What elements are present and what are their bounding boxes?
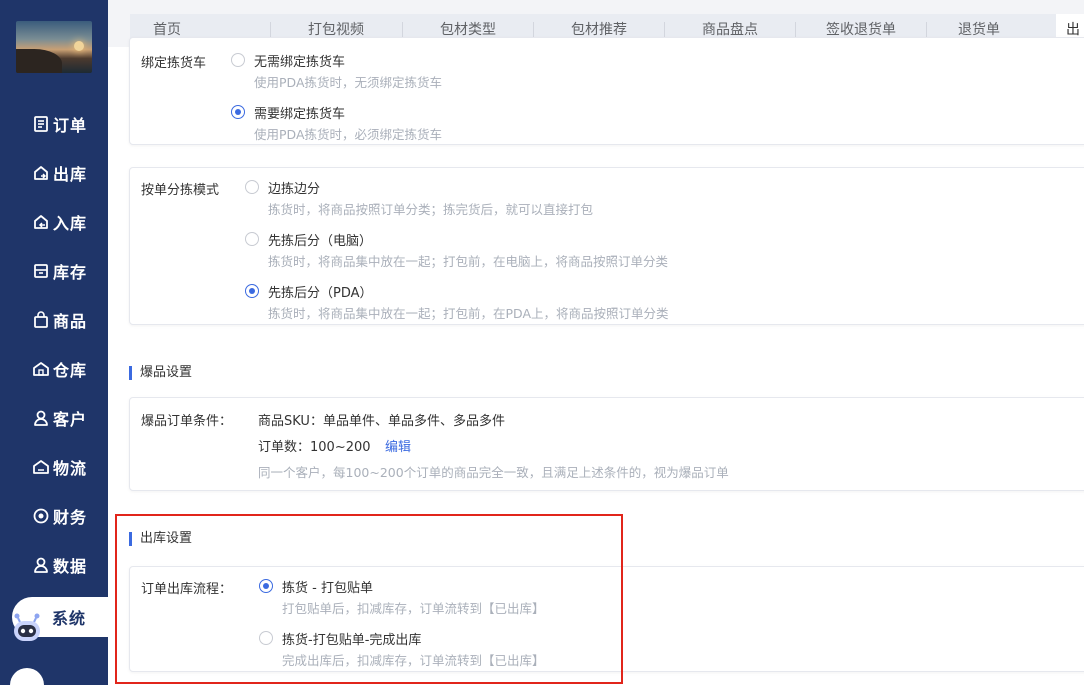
sidebar-item-label: 客户: [53, 410, 88, 429]
sidebar-item-label: 数据: [53, 557, 88, 576]
sort-mode-option-radio[interactable]: [245, 232, 259, 246]
sidebar-item-customers[interactable]: 客户: [0, 398, 108, 438]
option-title: 边拣边分: [268, 182, 321, 197]
sidebar-item-label: 订单: [53, 116, 88, 135]
sidebar-item-data[interactable]: 数据: [0, 545, 108, 585]
chat-icon[interactable]: [10, 668, 44, 685]
house-out-icon: [32, 164, 50, 182]
bind-cart-option-yes-radio[interactable]: [231, 105, 245, 119]
sidebar-item-label: 入库: [53, 214, 88, 233]
warehouse-icon: [32, 360, 50, 378]
option-title: 无需绑定拣货车: [254, 55, 346, 70]
annotation-highlight-box: [115, 514, 623, 684]
hot-edit-link[interactable]: 编辑: [385, 436, 411, 455]
data-icon: [32, 556, 50, 574]
hot-count-line: 订单数：100~200: [258, 440, 371, 455]
company-logo: [16, 21, 92, 73]
sidebar: 订单 出库 入库 库存 商品 仓库 客户 物流 财务 数据 系统: [0, 0, 112, 685]
sidebar-item-finance[interactable]: 财务: [0, 496, 108, 536]
option-desc: 拣货时，将商品按照订单分类；拣完货后，就可以直接打包: [268, 202, 594, 217]
document-icon: [32, 115, 50, 133]
option-desc: 拣货时，将商品集中放在一起；打包前，在电脑上，将商品按照订单分类: [268, 254, 669, 269]
sidebar-item-label: 商品: [53, 312, 88, 331]
sidebar-item-warehouse[interactable]: 仓库: [0, 349, 108, 389]
option-desc: 使用PDA拣货时，必须绑定拣货车: [254, 127, 442, 142]
sidebar-item-inbound[interactable]: 入库: [0, 202, 108, 242]
sidebar-item-label: 系统: [52, 609, 87, 628]
sort-mode-option-radio[interactable]: [245, 284, 259, 298]
hot-condition-label: 爆品订单条件：: [141, 414, 233, 429]
hot-settings-card: 爆品订单条件： 商品SKU：单品单件、单品多件、多品多件 订单数：100~200…: [129, 397, 1084, 491]
house-in-icon: [32, 213, 50, 231]
finance-icon: [32, 507, 50, 525]
option-title: 先拣后分（PDA）: [268, 286, 373, 301]
hot-sku-line: 商品SKU：单品单件、单品多件、多品多件: [258, 414, 505, 429]
bind-cart-label: 绑定拣货车: [141, 56, 207, 71]
inventory-icon: [32, 262, 50, 280]
sidebar-item-products[interactable]: 商品: [0, 300, 108, 340]
sidebar-item-outbound[interactable]: 出库: [0, 153, 108, 193]
robot-icon[interactable]: [10, 612, 44, 642]
option-desc: 拣货时，将商品集中放在一起；打包前，在PDA上，将商品按照订单分类: [268, 306, 669, 321]
sidebar-item-inventory[interactable]: 库存: [0, 251, 108, 291]
sidebar-item-label: 仓库: [53, 361, 88, 380]
bind-cart-card: 绑定拣货车 无需绑定拣货车 使用PDA拣货时，无须绑定拣货车 需要绑定拣货车 使…: [129, 37, 1084, 145]
truck-icon: [32, 458, 50, 476]
sort-mode-option-radio[interactable]: [245, 180, 259, 194]
sidebar-item-logistics[interactable]: 物流: [0, 447, 108, 487]
hot-desc: 同一个客户，每100~200个订单的商品完全一致，且满足上述条件的，视为爆品订单: [258, 465, 729, 480]
sidebar-item-label: 财务: [53, 508, 88, 527]
user-icon: [32, 409, 50, 427]
option-desc: 使用PDA拣货时，无须绑定拣货车: [254, 75, 442, 90]
sidebar-item-label: 物流: [53, 459, 88, 478]
option-title: 先拣后分（电脑）: [268, 234, 373, 249]
sidebar-item-label: 出库: [53, 165, 88, 184]
sidebar-item-label: 库存: [53, 263, 88, 282]
sidebar-item-orders[interactable]: 订单: [0, 104, 108, 144]
sort-mode-card: 按单分拣模式 边拣边分 拣货时，将商品按照订单分类；拣完货后，就可以直接打包 先…: [129, 167, 1084, 325]
bind-cart-option-no-radio[interactable]: [231, 53, 245, 67]
bag-icon: [32, 311, 50, 329]
hot-section-title: 爆品设置: [129, 366, 192, 380]
option-title: 需要绑定拣货车: [254, 107, 346, 122]
sort-mode-label: 按单分拣模式: [141, 183, 220, 198]
